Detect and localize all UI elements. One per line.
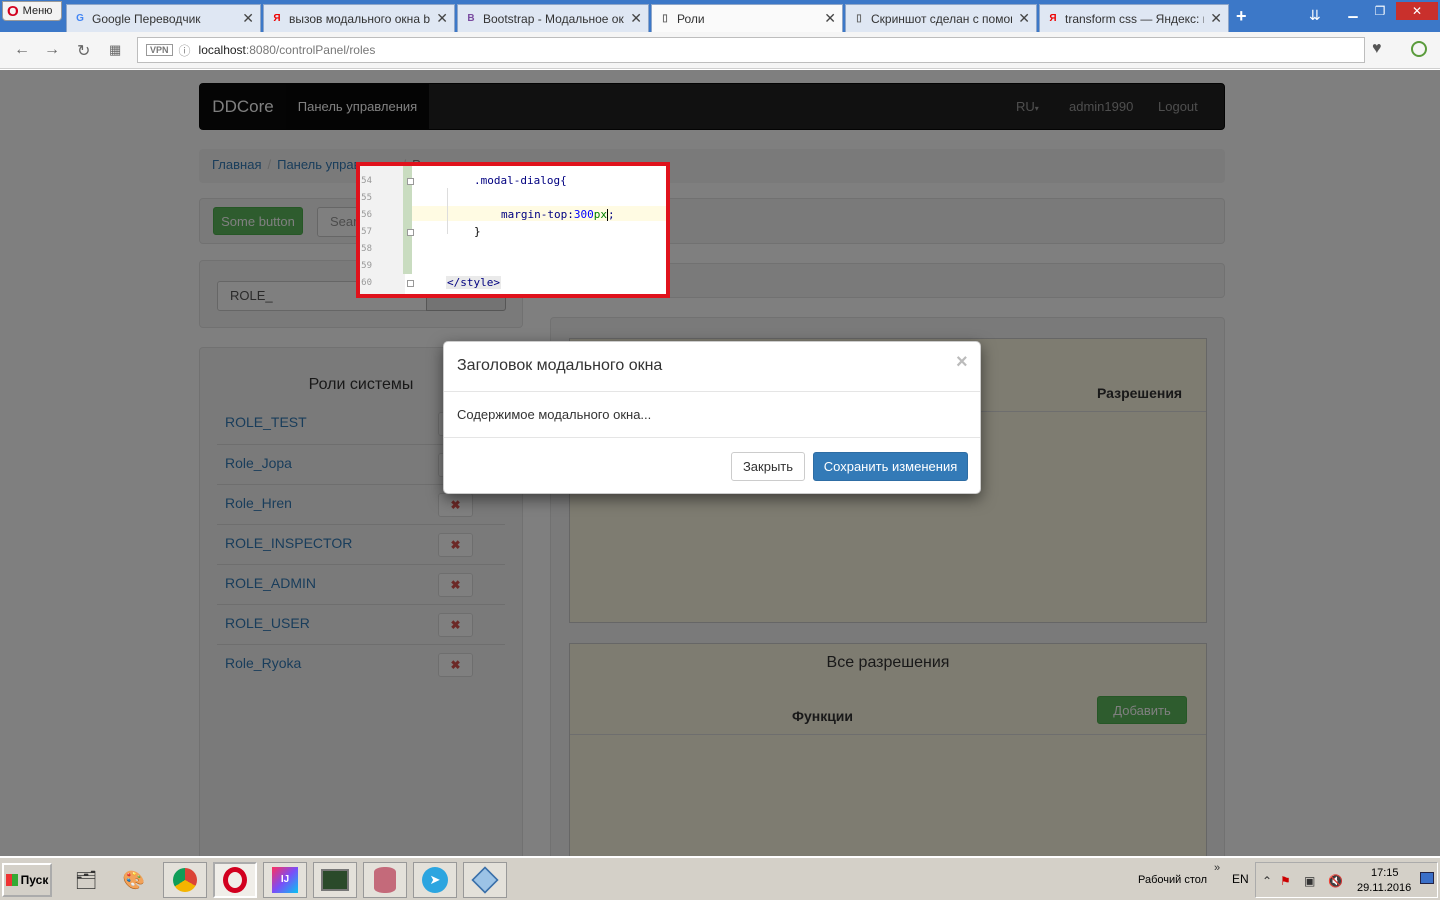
url-input[interactable]: VPN ⓘ localhost :8080/controlPanel/roles bbox=[137, 37, 1365, 63]
modal-header: Заголовок модального окна × bbox=[444, 342, 980, 392]
network-icon[interactable]: ▣ bbox=[1304, 874, 1315, 888]
modal-footer: Закрыть Сохранить изменения bbox=[444, 437, 980, 493]
minimize-icon[interactable]: ▁ bbox=[1340, 2, 1366, 20]
code-end-tag: </style> bbox=[446, 276, 501, 289]
modal-dialog: Заголовок модального окна × Содержимое м… bbox=[443, 341, 981, 494]
modal-close-icon[interactable]: × bbox=[956, 351, 968, 374]
modal-title: Заголовок модального окна bbox=[457, 357, 663, 374]
tab-title: Bootstrap - Модальное окно bbox=[483, 11, 625, 26]
heart-icon[interactable]: ♥ bbox=[1372, 40, 1382, 58]
tab-google-translate[interactable]: G Google Переводчик ✕ bbox=[66, 4, 261, 32]
opera-taskbar-icon[interactable] bbox=[213, 862, 257, 898]
speed-dial-icon[interactable]: ▦ bbox=[109, 42, 121, 58]
back-icon[interactable]: ← bbox=[14, 41, 30, 59]
tab-close-icon[interactable]: ✕ bbox=[1018, 10, 1030, 27]
address-bar: ← → ↻ ▦ VPN ⓘ localhost :8080/controlPan… bbox=[0, 32, 1440, 69]
volume-muted-icon[interactable]: 🔇 bbox=[1328, 874, 1343, 888]
line-number: 60 bbox=[361, 278, 372, 288]
yandex-icon: Я bbox=[1049, 13, 1057, 24]
show-hidden-icons-icon[interactable]: ⌃ bbox=[1262, 874, 1272, 888]
tab-close-icon[interactable]: ✕ bbox=[242, 10, 254, 27]
line-number: 55 bbox=[361, 193, 372, 203]
paint-icon[interactable]: 🎨 bbox=[112, 862, 156, 898]
fold-icon[interactable] bbox=[407, 280, 414, 287]
clock-date[interactable]: 29.11.2016 bbox=[1357, 882, 1411, 894]
tab-title: Роли bbox=[677, 11, 705, 26]
windows-logo-icon bbox=[5, 874, 18, 886]
yandex-icon: Я bbox=[273, 13, 281, 24]
database-icon[interactable] bbox=[363, 862, 407, 898]
site-info-icon[interactable]: ⓘ bbox=[179, 42, 191, 59]
line-number: 59 bbox=[361, 261, 372, 271]
tab-menu-icon[interactable]: ⇊ bbox=[1309, 7, 1321, 24]
tab-close-icon[interactable]: ✕ bbox=[630, 10, 642, 27]
show-desktop-icon[interactable] bbox=[1420, 872, 1434, 884]
url-host: localhost bbox=[198, 43, 246, 57]
code-property: margin-top: bbox=[501, 208, 574, 221]
tab-yandex-search[interactable]: Я вызов модального окна boo ✕ bbox=[263, 4, 455, 32]
tab-close-icon[interactable]: ✕ bbox=[1210, 10, 1222, 27]
indent-guide bbox=[447, 188, 448, 234]
windows-taskbar: Пуск 🗂 🎨 IJ ➤ Рабочий стол » EN ⌃ ⚑ ▣ 🔇 … bbox=[0, 856, 1440, 900]
keyboard-language[interactable]: EN bbox=[1232, 872, 1249, 886]
line-number: 54 bbox=[361, 176, 372, 186]
page-icon: ▯ bbox=[662, 13, 668, 24]
tab-title: transform css — Яндекс: наш bbox=[1065, 11, 1204, 26]
browser-menu-button[interactable]: O Меню bbox=[2, 1, 62, 21]
line-number: 56 bbox=[361, 210, 372, 220]
code-close-brace: } bbox=[474, 225, 481, 238]
google-icon: G bbox=[76, 13, 84, 24]
desktop-toolbar-label[interactable]: Рабочий стол bbox=[1138, 874, 1207, 886]
file-manager-icon[interactable]: 🗂 bbox=[64, 862, 108, 898]
chevron-right-icon[interactable]: » bbox=[1214, 862, 1220, 874]
vpn-badge[interactable]: VPN bbox=[146, 44, 173, 56]
new-tab-button[interactable]: + bbox=[1236, 6, 1247, 27]
tab-title: вызов модального окна boo bbox=[289, 11, 431, 26]
download-icon[interactable] bbox=[1411, 41, 1427, 57]
tab-title: Google Переводчик bbox=[92, 11, 201, 26]
fold-icon[interactable] bbox=[407, 229, 414, 236]
page-icon: ▯ bbox=[856, 13, 862, 24]
virtualbox-icon[interactable] bbox=[463, 862, 507, 898]
fold-icon[interactable] bbox=[407, 178, 414, 185]
tab-roles[interactable]: ▯ Роли ✕ bbox=[651, 4, 843, 32]
chrome-icon[interactable] bbox=[163, 862, 207, 898]
code-snippet-overlay: 54 55 56 57 58 59 60 .modal-dialog{ marg… bbox=[356, 162, 670, 298]
opera-icon: O bbox=[7, 2, 19, 20]
code-selector: .modal-dialog{ bbox=[474, 174, 567, 187]
start-label: Пуск bbox=[20, 873, 49, 887]
browser-tab-bar: O Меню G Google Переводчик ✕ Я вызов мод… bbox=[0, 0, 1440, 32]
tab-title: Скриншот сделан с помощь bbox=[871, 11, 1013, 26]
code-property-line: margin-top:300px; bbox=[501, 208, 615, 221]
flag-warning-icon[interactable]: ⚑ bbox=[1280, 874, 1291, 888]
bootstrap-icon: B bbox=[467, 13, 475, 24]
menu-label: Меню bbox=[22, 5, 53, 17]
tab-close-icon[interactable]: ✕ bbox=[824, 10, 836, 27]
code-semicolon: ; bbox=[607, 208, 615, 221]
tab-transform-css[interactable]: Я transform css — Яндекс: наш ✕ bbox=[1039, 4, 1229, 32]
tab-bootstrap-modal[interactable]: B Bootstrap - Модальное окно ✕ bbox=[457, 4, 649, 32]
modal-close-button[interactable]: Закрыть bbox=[731, 452, 805, 481]
window-close-icon[interactable]: ✕ bbox=[1396, 2, 1438, 20]
modal-body: Содержимое модального окна... bbox=[457, 407, 652, 422]
modal-save-button[interactable]: Сохранить изменения bbox=[813, 452, 968, 481]
code-value: 300 bbox=[573, 208, 594, 221]
page-content: DDCore Панель управления RU▾ admin1990 L… bbox=[0, 70, 1440, 856]
tab-screenshot[interactable]: ▯ Скриншот сделан с помощь ✕ bbox=[845, 4, 1037, 32]
telegram-icon[interactable]: ➤ bbox=[413, 862, 457, 898]
terminal-icon[interactable] bbox=[313, 862, 357, 898]
line-number: 58 bbox=[361, 244, 372, 254]
start-button[interactable]: Пуск bbox=[2, 863, 52, 897]
tab-close-icon[interactable]: ✕ bbox=[436, 10, 448, 27]
clock-time[interactable]: 17:15 bbox=[1371, 867, 1399, 879]
maximize-icon[interactable]: ❐ bbox=[1367, 2, 1393, 20]
code-unit: px bbox=[593, 208, 607, 221]
line-number: 57 bbox=[361, 227, 372, 237]
reload-icon[interactable]: ↻ bbox=[77, 41, 90, 61]
intellij-icon[interactable]: IJ bbox=[263, 862, 307, 898]
url-path: :8080/controlPanel/roles bbox=[245, 43, 376, 57]
forward-icon[interactable]: → bbox=[44, 41, 60, 59]
